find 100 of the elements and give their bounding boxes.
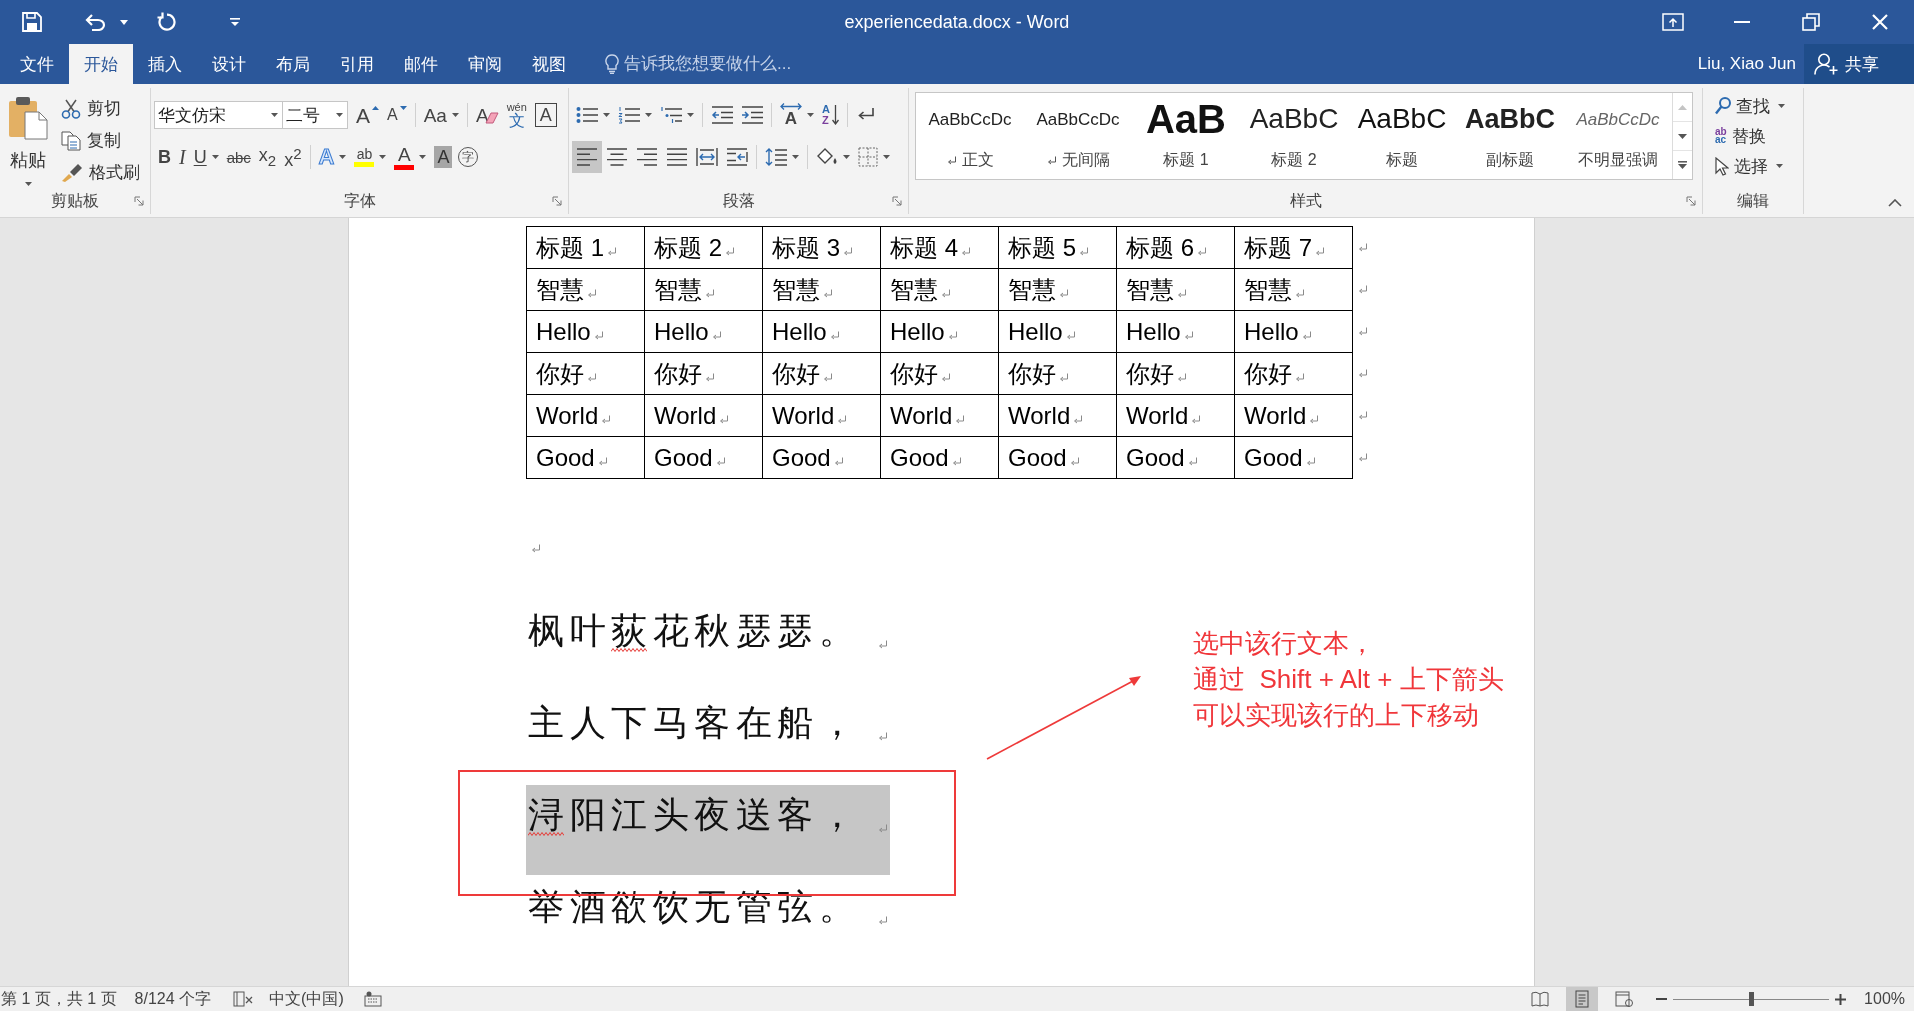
lightbulb-icon	[605, 54, 619, 74]
table-text: 你好	[890, 358, 938, 389]
superscript-button[interactable]: x$^{2}$	[280, 142, 306, 172]
justify-icon	[667, 148, 687, 166]
align-left-button[interactable]	[572, 141, 602, 173]
bullet-list-icon	[576, 106, 598, 124]
style-option[interactable]: AaBbC 标题 2	[1240, 93, 1348, 179]
clear-formatting-button[interactable]: A	[471, 100, 503, 130]
language-indicator[interactable]: 中文(中国)	[269, 988, 344, 1010]
highlight-button[interactable]: ab	[350, 142, 391, 172]
align-center-icon	[607, 148, 627, 166]
customize-caret-icon[interactable]	[230, 18, 240, 26]
table-text: World	[654, 401, 717, 430]
phonetic-guide-button[interactable]: wén 文	[502, 100, 531, 130]
style-option[interactable]: AaBbCcDc 不明显强调	[1564, 93, 1672, 179]
collapse-ribbon-icon[interactable]	[1888, 199, 1902, 207]
ribbon-tab[interactable]: 布局	[261, 44, 325, 84]
redo-icon[interactable]	[156, 12, 176, 32]
dialog-launcher-icon[interactable]	[892, 196, 902, 206]
dialog-launcher-icon[interactable]	[552, 196, 562, 206]
style-option[interactable]: AaBbCcDc 无间隔	[1024, 93, 1132, 179]
close-icon[interactable]	[1871, 14, 1888, 30]
down-arrow-icon	[831, 105, 839, 125]
table-heading: 标题 1	[536, 232, 604, 263]
table-text: 你好	[654, 358, 702, 389]
subscript-button[interactable]: x$_{2}$	[254, 142, 281, 172]
table-text: Good	[536, 443, 595, 472]
zoom-in-icon[interactable]	[1835, 993, 1847, 1005]
select-button[interactable]: 选择	[1715, 151, 1785, 181]
style-option[interactable]: AaBbCcDc 正文	[916, 93, 1024, 179]
sort-button[interactable]: A Z	[818, 100, 843, 130]
table-heading: 标题 7	[1244, 232, 1312, 263]
more-icon[interactable]	[1678, 161, 1687, 169]
strikethrough-button[interactable]: abc	[222, 142, 255, 172]
find-button[interactable]: 查找	[1715, 91, 1785, 121]
ribbon-tab[interactable]: 引用	[325, 44, 389, 84]
character-distributed-icon	[726, 148, 748, 166]
align-left-icon	[577, 148, 597, 166]
font-size-combobox[interactable]: 二号	[282, 101, 348, 129]
user-name[interactable]: Liu, Xiao Jun	[1697, 44, 1804, 84]
restore-icon[interactable]	[1801, 13, 1820, 31]
share-button[interactable]: 共享	[1804, 44, 1914, 84]
caret-icon	[24, 182, 32, 186]
zoom-slider-thumb[interactable]	[1748, 992, 1754, 1006]
italic-button[interactable]: I	[175, 142, 190, 172]
group-label: 样式	[1289, 190, 1322, 211]
ribbon-tab[interactable]: 审阅	[453, 44, 517, 84]
minimize-icon[interactable]	[1733, 21, 1750, 23]
copy-button[interactable]: 复制	[61, 124, 140, 157]
style-option[interactable]: AaB 标题 1	[1132, 93, 1240, 179]
table-text: 智慧	[1008, 274, 1056, 305]
text-line: 枫叶荻花秋瑟瑟。	[528, 609, 860, 653]
change-case-button[interactable]: Aa	[419, 100, 463, 130]
window-title: experiencedata.docx - Word	[844, 11, 1070, 33]
line-spacing-icon	[765, 148, 787, 166]
macro-record-icon[interactable]	[363, 991, 382, 1007]
style-option[interactable]: AaBbC 标题	[1348, 93, 1456, 179]
ribbon-tab[interactable]: 文件	[5, 44, 69, 84]
group-label: 段落	[722, 190, 755, 211]
ribbon-tab[interactable]: 插入	[133, 44, 197, 84]
web-page-icon	[1615, 991, 1634, 1007]
style-option[interactable]: AaBbC 副标题	[1456, 93, 1564, 179]
ribbon-tab[interactable]: 邮件	[389, 44, 453, 84]
table-heading: 标题 4	[890, 232, 958, 263]
caret-icon[interactable]	[120, 19, 128, 25]
cursor-arrow-icon	[1715, 156, 1729, 176]
save-icon[interactable]	[22, 12, 42, 32]
scroll-down-icon[interactable]	[1678, 133, 1687, 139]
format-painter-button[interactable]: 格式刷	[61, 156, 140, 188]
font-color-button[interactable]: A	[390, 142, 431, 172]
bold-button[interactable]: B	[154, 142, 175, 172]
ribbon-tab[interactable]: 视图	[517, 44, 581, 84]
dialog-launcher-icon[interactable]	[1686, 196, 1696, 206]
ribbon-tab[interactable]: 开始	[69, 44, 133, 84]
table-text: World	[890, 401, 953, 430]
undo-icon[interactable]	[84, 13, 106, 31]
double-arrow-icon	[780, 103, 802, 110]
ribbon-tab[interactable]: 设计	[197, 44, 261, 84]
grow-font-button[interactable]: A	[352, 100, 383, 130]
underline-button[interactable]: U	[189, 142, 223, 172]
dialog-launcher-icon[interactable]	[134, 196, 144, 206]
annotation-note: 选中该行文本， 通过 Shift + Alt + 上下箭头 可以实现该行的上下移动	[1193, 627, 1504, 732]
copy-icon	[61, 130, 81, 151]
print-layout-button[interactable]	[1566, 987, 1599, 1011]
zoom-level[interactable]: 100%	[1864, 990, 1905, 1008]
table-text: Good	[654, 443, 713, 472]
search-icon	[1715, 97, 1731, 115]
ribbon-display-options-icon[interactable]	[1661, 13, 1684, 31]
page-count[interactable]: 第 1 页，共 1 页	[1, 988, 117, 1010]
paste-button[interactable]: 粘贴	[5, 88, 51, 188]
text-line: 主人下马客在船，	[528, 701, 860, 745]
font-name-combobox[interactable]: 华文仿宋	[154, 101, 283, 129]
proofing-book-icon[interactable]	[233, 991, 254, 1007]
cut-button[interactable]: 剪切	[61, 93, 140, 125]
word-count[interactable]: 8/124 个字	[134, 988, 212, 1010]
shrink-font-button[interactable]: A	[383, 100, 411, 130]
asian-layout-button[interactable]: A	[776, 100, 818, 130]
character-border-button[interactable]: A	[534, 100, 557, 130]
increase-indent-icon	[741, 106, 763, 124]
tell-me-field[interactable]: 告诉我您想要做什么...	[624, 52, 834, 76]
